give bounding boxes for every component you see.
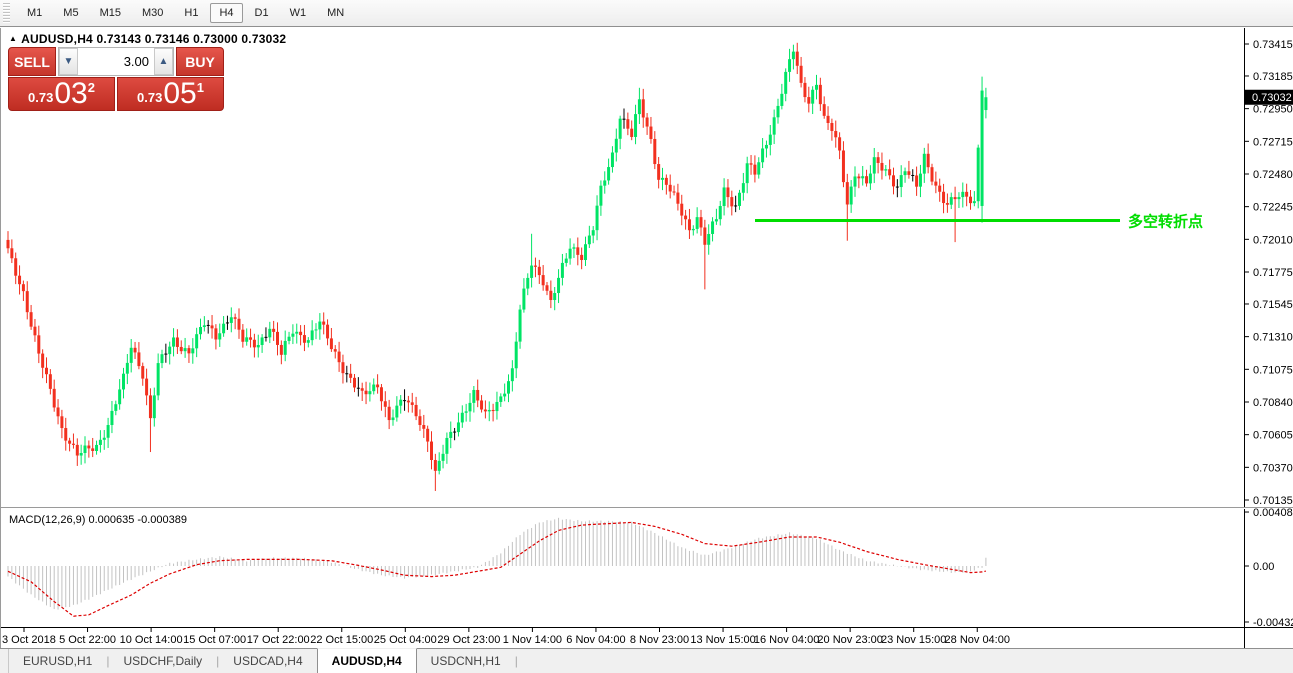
ask-price-pip: 1 (197, 80, 204, 95)
volume-increase-button[interactable]: ▲ (154, 48, 173, 75)
mt4-terminal: { "toolbar": {"timeframes": ["M1","M5","… (0, 0, 1293, 673)
timeframe-button-m15[interactable]: M15 (91, 3, 130, 23)
price-tick-label: 0.72715 (1253, 136, 1293, 148)
one-click-trading-panel: SELL ▼ 3.00 ▲ BUY 0.73032 0.73051 (8, 47, 224, 111)
price-tick-label: 0.73415 (1253, 39, 1293, 51)
current-price-label: 0.73032 (1252, 92, 1292, 104)
time-tick-label: 1 Nov 14:00 (503, 634, 562, 646)
chart-tab-usdchf-daily[interactable]: USDCHF,Daily (109, 649, 216, 673)
macd-pane: 0.0040890.00-0.004322 (0, 507, 1293, 629)
time-tick-label: 13 Nov 15:00 (690, 634, 755, 646)
chart-tab-eurusd-h1[interactable]: EURUSD,H1 (9, 649, 106, 673)
timeframe-button-mn[interactable]: MN (318, 3, 353, 23)
price-tick-label: 0.73185 (1253, 71, 1293, 83)
timeframe-button-m1[interactable]: M1 (18, 3, 51, 23)
price-axis: 0.73415 0.73185 0.72950 0.72715 0.72480 0.722… (1245, 28, 1293, 648)
time-tick-label: 17 Oct 22:00 (247, 634, 310, 646)
chart-title-ohlc: 0.73143 0.73146 0.73000 0.73032 (96, 32, 286, 46)
chart-tab-usdcad-h4[interactable]: USDCAD,H4 (219, 649, 316, 673)
macd-axis-zero: 0.00 (1253, 561, 1274, 573)
timeframe-buttons: M1M5M15M30H1H4D1W1MN (18, 3, 356, 23)
timeframe-button-m30[interactable]: M30 (133, 3, 172, 23)
tabbar-left-edge (0, 649, 9, 673)
price-tick-label: 0.72010 (1253, 234, 1293, 246)
price-tick-label: 0.71075 (1253, 364, 1293, 376)
chart-window: 多空转折点 0.73415 0.73185 0.72950 0.72715 0.72480… (0, 28, 1293, 648)
bid-price-prefix: 0.73 (28, 88, 53, 108)
price-tick-label: 0.71775 (1253, 267, 1293, 279)
timeframe-button-d1[interactable]: D1 (246, 3, 278, 23)
ask-price-prefix: 0.73 (137, 88, 162, 108)
annotation-text: 多空转折点 (1128, 213, 1203, 231)
price-tick-label: 0.72950 (1253, 104, 1293, 116)
chevron-up-icon: ▲ (159, 56, 169, 67)
price-tick-label: 0.70605 (1253, 430, 1293, 442)
time-tick-label: 25 Oct 04:00 (374, 634, 437, 646)
time-tick-label: 15 Oct 07:00 (183, 634, 246, 646)
macd-axis-top: 0.004089 (1253, 507, 1293, 519)
chart-title: ▲ AUDUSD,H4 0.73143 0.73146 0.73000 0.730… (9, 32, 286, 46)
volume-spinner: ▼ 3.00 ▲ (58, 47, 174, 76)
symbol-marker-icon: ▲ (9, 34, 17, 43)
time-tick-label: 23 Nov 15:00 (881, 634, 946, 646)
buy-button[interactable]: BUY (176, 47, 224, 76)
price-tick-label: 0.72480 (1253, 169, 1293, 181)
chevron-down-icon: ▼ (64, 56, 74, 67)
bid-price-big: 03 (54, 80, 87, 108)
time-tick-label: 28 Nov 04:00 (945, 634, 1010, 646)
chart-canvas: 多空转折点 0.73415 0.73185 0.72950 0.72715 0.72480… (0, 28, 1293, 648)
time-tick-label: 20 Nov 23:00 (817, 634, 882, 646)
sell-price-panel[interactable]: 0.73032 (8, 77, 115, 111)
timeframe-button-m5[interactable]: M5 (54, 3, 87, 23)
trade-panel-row-prices: 0.73032 0.73051 (8, 77, 224, 111)
price-tick-label: 0.70135 (1253, 495, 1293, 507)
time-tick-label: 22 Oct 15:00 (310, 634, 373, 646)
ask-price-big: 05 (163, 80, 196, 108)
price-tick-label: 0.72245 (1253, 202, 1293, 214)
price-tick-label: 0.70840 (1253, 397, 1293, 409)
chart-tab-bar: EURUSD,H1|USDCHF,Daily|USDCAD,H4AUDUSD,H… (0, 648, 1293, 673)
sell-button[interactable]: SELL (8, 47, 56, 76)
macd-indicator-label: MACD(12,26,9) 0.000635 -0.000389 (9, 514, 187, 526)
buy-price-panel[interactable]: 0.73051 (117, 77, 224, 111)
time-tick-label: 3 Oct 2018 (2, 634, 56, 646)
volume-decrease-button[interactable]: ▼ (59, 48, 78, 75)
timeframe-toolbar: M1M5M15M30H1H4D1W1MN (0, 0, 1293, 27)
timeframe-button-h4[interactable]: H4 (210, 3, 242, 23)
bid-price-pip: 2 (88, 80, 95, 95)
time-tick-label: 16 Nov 04:00 (754, 634, 819, 646)
chart-tab-audusd-h4[interactable]: AUDUSD,H4 (317, 648, 417, 673)
time-tick-label: 5 Oct 22:00 (59, 634, 116, 646)
time-tick-label: 29 Oct 23:00 (437, 634, 500, 646)
tab-separator: | (515, 649, 518, 673)
time-tick-label: 8 Nov 23:00 (630, 634, 689, 646)
price-tick-label: 0.71545 (1253, 299, 1293, 311)
trade-panel-row-top: SELL ▼ 3.00 ▲ BUY (8, 47, 224, 76)
time-tick-label: 6 Nov 04:00 (566, 634, 625, 646)
chart-title-symbol: AUDUSD,H4 (21, 32, 93, 46)
chart-tab-usdcnh-h1[interactable]: USDCNH,H1 (417, 649, 515, 673)
price-tick-label: 0.70370 (1253, 462, 1293, 474)
timeframe-button-h1[interactable]: H1 (175, 3, 207, 23)
support-line-annotation: 多空转折点 (755, 213, 1203, 231)
toolbar-grip[interactable] (3, 3, 10, 24)
price-tick-label: 0.71310 (1253, 332, 1293, 344)
time-axis: 3 Oct 20185 Oct 22:00 10 Oct 14:0015 Oct … (0, 628, 1293, 647)
time-tick-label: 10 Oct 14:00 (120, 634, 183, 646)
volume-input[interactable]: 3.00 (78, 48, 154, 75)
timeframe-button-w1[interactable]: W1 (281, 3, 316, 23)
